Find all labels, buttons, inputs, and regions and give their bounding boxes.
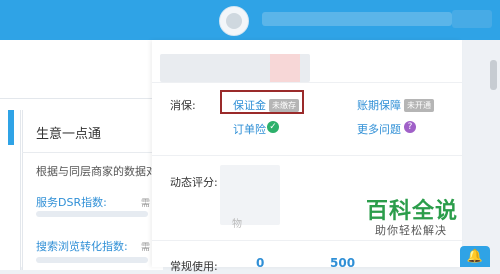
panel-divider-2 <box>152 155 462 156</box>
question-icon: ? <box>404 121 416 133</box>
user-avatar[interactable] <box>219 6 249 36</box>
more-questions-link[interactable]: 更多问题 <box>357 121 401 137</box>
watermark-subtitle: 助你轻松解决 <box>375 224 447 237</box>
rating-label: 动态评分: <box>170 176 218 189</box>
panel-divider-3 <box>152 240 462 241</box>
bell-icon[interactable]: 🔔 <box>460 246 490 267</box>
metric-tag-dsr: 需 <box>141 199 151 209</box>
card-description: 根据与同层商家的数据对 <box>36 165 157 178</box>
rating-partial-text: 物 <box>232 219 242 230</box>
shop-badge-blurred <box>270 54 300 82</box>
bottom-label: 常规使用: <box>170 260 218 273</box>
metric-label-dsr[interactable]: 服务DSR指数: <box>36 194 107 210</box>
deposit-link-label: 保证金 <box>233 99 266 112</box>
left-nav-active-indicator <box>8 110 14 145</box>
card-title: 生意一点通 <box>36 127 102 142</box>
left-header-area <box>0 40 160 99</box>
scrollbar-thumb[interactable] <box>490 60 497 90</box>
user-info-blurred <box>262 12 452 26</box>
account-guarantee-link[interactable]: 账期保障 未开通 <box>357 97 434 113</box>
bottom-value-1[interactable]: 0 <box>256 256 264 270</box>
metric-bar-conversion <box>36 257 148 263</box>
account-status-badge: 未开通 <box>404 99 434 112</box>
bottom-value-2[interactable]: 500 <box>330 256 355 270</box>
metric-tag-conversion: 需 <box>141 243 151 253</box>
xiaobao-label: 消保: <box>170 99 196 112</box>
deposit-status-badge: 未缴存 <box>269 99 299 112</box>
account-guarantee-label: 账期保障 <box>357 99 401 112</box>
metric-label-conversion[interactable]: 搜索浏览转化指数: <box>36 238 128 254</box>
metric-bar-dsr <box>36 211 148 217</box>
deposit-link[interactable]: 保证金 未缴存 <box>233 97 299 113</box>
check-icon: ✓ <box>267 121 279 133</box>
user-menu-blurred[interactable] <box>452 10 492 28</box>
panel-divider-1 <box>152 82 462 83</box>
card-divider <box>22 152 162 153</box>
rating-values-blurred <box>220 165 280 225</box>
order-insurance-link[interactable]: 订单险 <box>233 121 266 137</box>
watermark-title: 百科全说 <box>366 199 459 224</box>
